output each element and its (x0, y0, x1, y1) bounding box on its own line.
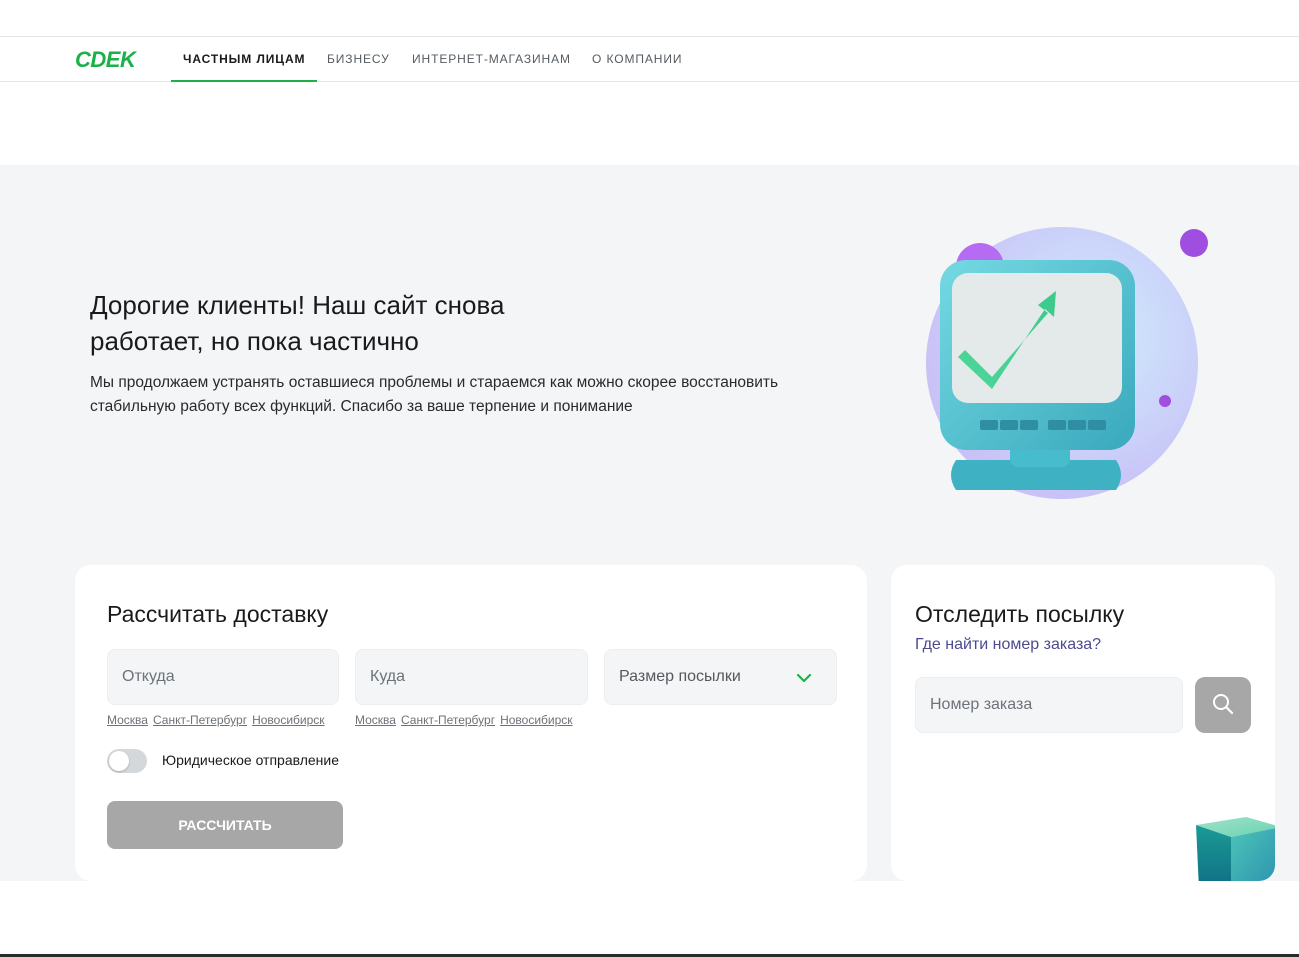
hero-text: Мы продолжаем устранять оставшиеся пробл… (90, 374, 779, 415)
nav-item-private[interactable]: ЧАСТНЫМ ЛИЦАМ (171, 37, 318, 82)
cdek-logo[interactable]: CDEK (74, 47, 148, 71)
from-field[interactable] (107, 649, 339, 705)
to-input[interactable] (356, 650, 587, 704)
nav-item-about[interactable]: О КОМПАНИИ (592, 37, 682, 82)
search-button[interactable] (1195, 677, 1251, 733)
chevron-down-icon (796, 673, 812, 683)
monitor-checkmark-icon (926, 227, 1208, 499)
from-city-spb[interactable]: Санкт-Петербург (153, 713, 247, 727)
toggle-knob (109, 751, 129, 771)
legal-shipment-label: Юридическое отправление (162, 752, 340, 768)
from-city-novosibirsk[interactable]: Новосибирск (252, 713, 324, 727)
to-city-spb[interactable]: Санкт-Петербург (401, 713, 495, 727)
from-city-moscow[interactable]: Москва (107, 713, 148, 727)
delivery-calculator-card: Рассчитать доставку Размер посылки Москв… (75, 565, 867, 881)
calculate-button[interactable]: РАССЧИТАТЬ (107, 801, 343, 849)
hero-title: Дорогие клиенты! Наш сайт снова работает… (90, 290, 505, 356)
svg-text:CDEK: CDEK (75, 47, 138, 71)
order-number-field[interactable] (915, 677, 1183, 733)
main-navigation: CDEK ЧАСТНЫМ ЛИЦАМ БИЗНЕСУ ИНТЕРНЕТ-МАГА… (0, 37, 1299, 82)
to-city-novosibirsk[interactable]: Новосибирск (500, 713, 572, 727)
parcel-size-select[interactable]: Размер посылки (604, 649, 837, 705)
legal-shipment-toggle[interactable] (107, 749, 147, 773)
where-order-number-link[interactable]: Где найти номер заказа? (915, 636, 1101, 654)
parcel-tracking-card: Отследить посылку Где найти номер заказа… (891, 565, 1275, 881)
order-number-input[interactable] (916, 678, 1182, 732)
to-city-suggestions: Москва Санкт-Петербург Новосибирск (355, 713, 578, 727)
from-city-suggestions: Москва Санкт-Петербург Новосибирск (107, 713, 330, 727)
to-city-moscow[interactable]: Москва (355, 713, 396, 727)
nav-item-business[interactable]: БИЗНЕСУ (327, 37, 390, 82)
tracking-title: Отследить посылку (915, 601, 1125, 627)
from-input[interactable] (108, 650, 338, 704)
parcel-size-label: Размер посылки (619, 668, 741, 685)
sub-header (0, 82, 1299, 165)
cube-decoration-icon (1196, 817, 1275, 881)
search-icon (1213, 693, 1234, 714)
top-bar (0, 0, 1299, 37)
nav-item-online-stores[interactable]: ИНТЕРНЕТ-МАГАЗИНАМ (412, 37, 571, 82)
calculator-title: Рассчитать доставку (107, 601, 329, 627)
to-field[interactable] (355, 649, 588, 705)
